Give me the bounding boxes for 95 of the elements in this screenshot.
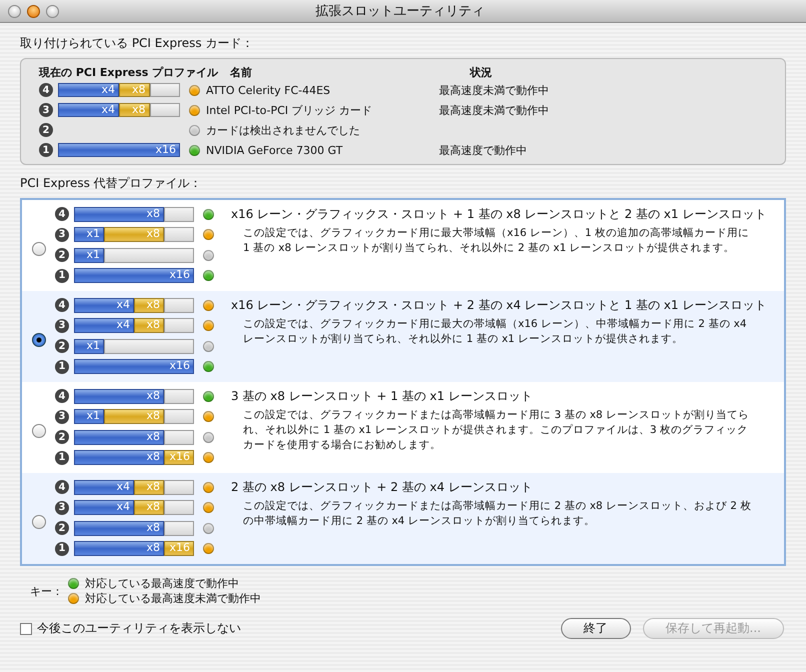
lane-segment: x8 xyxy=(74,430,164,445)
lane-segment: x8 xyxy=(104,227,164,242)
slot-number: 3 xyxy=(55,500,69,515)
lane-segment: x4 xyxy=(74,480,134,495)
slot-number: 2 xyxy=(55,521,69,536)
lane-segment: x4 xyxy=(74,318,134,334)
slot-number: 1 xyxy=(55,450,69,465)
lane-segment xyxy=(164,520,194,536)
lane-segment xyxy=(164,409,194,424)
lane-segment: x16 xyxy=(74,359,194,374)
slot-number: 2 xyxy=(39,123,53,137)
lane-segment xyxy=(150,83,180,97)
lane-segment: x8 xyxy=(119,103,150,117)
dialog-button[interactable]: 終了 xyxy=(560,618,631,639)
lane-segment: x4 xyxy=(74,500,134,516)
slot-number: 1 xyxy=(55,268,69,283)
lane-segment: x8 xyxy=(119,83,150,97)
lane-segment xyxy=(164,206,194,222)
key-label: キー： xyxy=(30,584,64,599)
slot-number: 4 xyxy=(55,298,69,312)
profile-description: この設定では、グラフィックカードまたは高帯域幅カード用に 2 基の x8 レーンスロット、および 2 枚の中帯域幅カード用に 2 基の x4 レーンスロットが割り当てられます。 xyxy=(243,499,752,529)
lane-segment xyxy=(164,430,194,445)
checkbox[interactable] xyxy=(20,622,32,634)
slot-number: 3 xyxy=(39,103,53,117)
lane-segment: x1 xyxy=(74,248,104,263)
lane-segment xyxy=(150,103,180,117)
lane-segment: x8 xyxy=(134,318,164,334)
lane-segment: x8 xyxy=(74,541,164,556)
zoom-button[interactable] xyxy=(46,4,59,18)
lane-segment xyxy=(164,480,194,495)
card-status: 最高速度未満で動作中 xyxy=(439,102,549,118)
legend-text: 対応している最高速度で動作中 xyxy=(85,576,239,591)
slot-number: 2 xyxy=(55,248,69,262)
slot-number: 2 xyxy=(55,339,69,354)
radio-button[interactable] xyxy=(32,333,46,347)
lane-segment xyxy=(164,500,194,516)
window-title: 拡張スロットユーティリティ xyxy=(314,3,486,20)
lane-segment: x8 xyxy=(134,298,164,313)
lane-segment: x16 xyxy=(74,268,194,284)
lane-segment: x4 xyxy=(58,103,119,117)
lane-segment: x1 xyxy=(74,409,104,424)
lane-segment: x4 xyxy=(58,83,119,97)
slot-number: 3 xyxy=(55,318,69,333)
lane-segment: x1 xyxy=(74,227,104,242)
slot-number: 4 xyxy=(55,480,69,494)
lane-segment: x8 xyxy=(74,388,164,404)
slot-number: 1 xyxy=(55,360,69,374)
lane-segment: x1 xyxy=(74,338,104,354)
lane-segment: x8 xyxy=(74,520,164,536)
lane-segment xyxy=(164,298,194,313)
column-header: 状況 xyxy=(470,64,492,80)
lane-segment: x8 xyxy=(74,450,164,466)
profile-title: x16 レーン・グラフィックス・スロット + 2 基の x4 レーンスロットと 1 基の x1 レーンスロット xyxy=(231,297,768,314)
profile-title: 3 基の x8 レーンスロット + 1 基の x1 レーンスロット xyxy=(231,388,534,405)
lane-segment: x8 xyxy=(104,409,164,424)
card-name: ATTO Celerity FC-44ES xyxy=(206,84,332,96)
lane-segment xyxy=(164,388,194,404)
slot-number: 3 xyxy=(55,410,69,424)
card-status: 最高速度で動作中 xyxy=(439,142,527,158)
slot-number: 4 xyxy=(55,207,69,222)
radio-button[interactable] xyxy=(32,242,46,256)
column-header: 名前 xyxy=(230,64,253,80)
card-name: カードは検出されませんでした xyxy=(206,122,361,138)
minimize-button[interactable] xyxy=(27,4,40,18)
lane-segment: x16 xyxy=(164,450,194,466)
card-status: 最高速度未満で動作中 xyxy=(439,82,549,98)
lane-segment: x4 xyxy=(74,298,134,313)
legend-text: 対応している最高速度未満で動作中 xyxy=(85,591,261,606)
section-heading: 取り付けられている PCI Express カード： xyxy=(20,35,254,52)
section-heading: PCI Express 代替プロファイル： xyxy=(20,175,203,192)
profile-description: この設定では、グラフィックカードまたは高帯域幅カード用に 3 基の x8 レーンスロットが割り当てられ、それ以外に 1 基の x1 レーンスロットが提供されます。このプロファイルは、3 枚のグラフィックカードを使用する場合にお勧めします。 xyxy=(243,408,750,453)
radio-button[interactable] xyxy=(32,424,46,438)
lane-segment xyxy=(164,227,194,242)
profile-title: x16 レーン・グラフィックス・スロット + 1 基の x8 レーンスロットと 2 基の x1 レーンスロット xyxy=(231,206,768,223)
card-name: Intel PCI-to-PCI ブリッジ カード xyxy=(206,102,374,118)
slot-number: 4 xyxy=(55,389,69,404)
profile-title: 2 基の x8 レーンスロット + 2 基の x4 レーンスロット xyxy=(231,479,534,496)
radio-button[interactable] xyxy=(32,515,46,529)
lane-segment: x8 xyxy=(134,500,164,516)
close-button[interactable] xyxy=(8,4,21,18)
column-header: 現在の PCI Express プロファイル xyxy=(39,64,220,80)
lane-segment: x16 xyxy=(58,143,180,157)
slot-number: 2 xyxy=(55,430,69,444)
slot-number: 1 xyxy=(55,542,69,556)
slot-number: 3 xyxy=(55,228,69,242)
profile-description: この設定では、グラフィックカード用に最大帯域幅（x16 レーン）、1 枚の追加の高帯域幅カード用に 1 基の x8 レーンスロットが割り当てられ、それ以外に 2 基の x1 レーンスロットが提供されます。 xyxy=(243,226,750,256)
slot-number: 4 xyxy=(39,83,53,97)
card-name: NVIDIA GeForce 7300 GT xyxy=(206,144,344,156)
lane-segment xyxy=(164,318,194,334)
lane-segment: x8 xyxy=(74,206,164,222)
lane-segment: x16 xyxy=(164,541,194,556)
lane-segment: x8 xyxy=(134,480,164,495)
slot-number: 1 xyxy=(39,143,53,157)
checkbox-label: 今後このユーティリティを表示しない xyxy=(37,620,241,637)
profile-description: この設定では、グラフィックカード用に最大の帯域幅（x16 レーン）、中帯域幅カード用に 2 基の x4 レーンスロットが割り当てられ、それ以外に 1 基の x1 レーンスロットが提供されます。 xyxy=(243,317,748,347)
